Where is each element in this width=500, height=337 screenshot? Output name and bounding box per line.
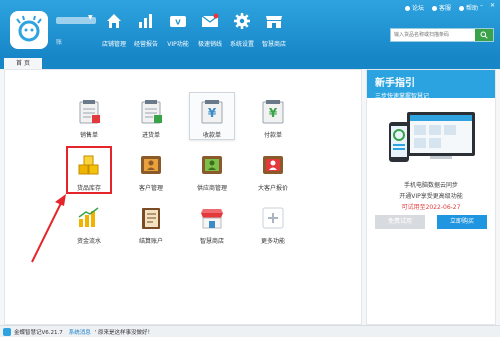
- newbie-guide-panel: 新手指引 三步快速掌握智慧记 手机电脑数据云同步 开通VIP享受更高级功能 可试…: [366, 69, 496, 325]
- system-message-text: ' 原来是这样事没做好！: [94, 329, 154, 336]
- guide-line-sync: 手机电脑数据云同步: [403, 182, 458, 189]
- free-trial-button[interactable]: 免费试用: [375, 215, 425, 229]
- version-text: 金蝶智慧记V6.21.7: [14, 329, 63, 336]
- app-small-icon: [3, 327, 11, 336]
- guide-title: 新手指引: [375, 78, 415, 89]
- guide-subtitle: 三步快速掌握智慧记: [375, 93, 430, 100]
- buy-now-button[interactable]: 立即购买: [437, 215, 487, 229]
- devices-illustration: [389, 112, 475, 162]
- guide-header: 新手指引 三步快速掌握智慧记: [367, 70, 495, 100]
- guide-line-vip: 开通VIP享受更高级功能: [399, 193, 463, 200]
- system-message-link[interactable]: 系统消息: [69, 328, 91, 336]
- status-bar: 金蝶智慧记V6.21.7 系统消息 ' 原来是这样事没做好！: [0, 325, 500, 337]
- trial-expire-text: 可试用至2022-06-27: [401, 204, 461, 211]
